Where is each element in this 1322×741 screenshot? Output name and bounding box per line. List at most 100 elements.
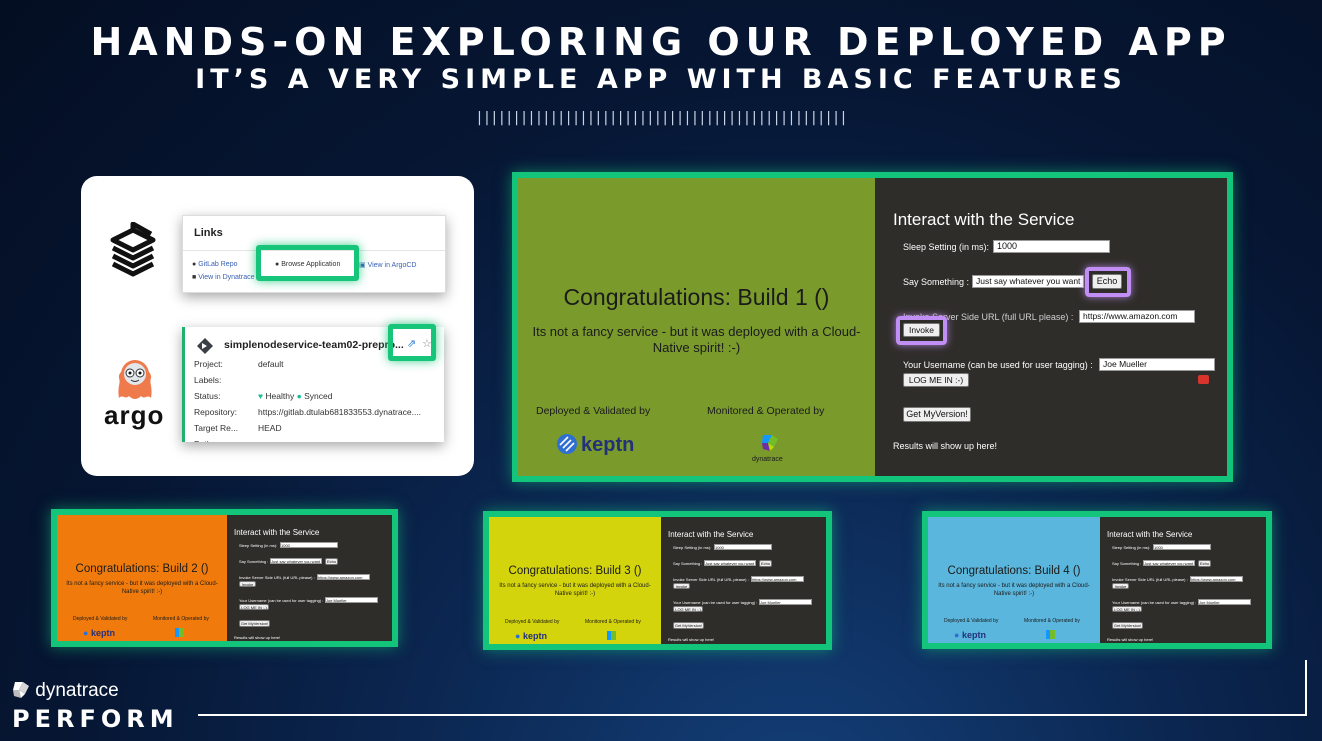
keptn-label: keptn	[90, 628, 115, 638]
dynatrace-small-text: dynatrace	[752, 456, 783, 463]
row-target-revision: Target Re... HEAD	[194, 423, 282, 433]
keptn-logo-text: ● keptn	[83, 628, 115, 638]
link-gitlab-repo[interactable]: ● GitLab Repo	[192, 261, 238, 268]
keptn-label: keptn	[522, 631, 547, 641]
row-repository: Repository: https://gitlab.dtulab68183355…	[194, 407, 421, 417]
keptn-logo-text: ● keptn	[515, 631, 547, 641]
login-button[interactable]: LOG ME IN :-)	[673, 606, 703, 612]
sleep-input[interactable]: 1000	[280, 542, 338, 548]
get-version-button[interactable]: Get MyVersion!	[1112, 622, 1143, 629]
tagline: Its not a fancy service - but it was dep…	[66, 581, 218, 595]
row-key: Target Re...	[194, 423, 238, 433]
monitored-by-label: Monitored & Operated by	[153, 616, 209, 622]
results-text: Results will show up here!	[234, 635, 281, 640]
invoke-button[interactable]: Invoke	[1112, 583, 1129, 589]
say-input[interactable]: Just say whatever you want	[1143, 560, 1195, 566]
invoke-button[interactable]: Invoke	[673, 583, 690, 589]
build-2-app-screenshot: Congratulations: Build 2 () Its not a fa…	[51, 509, 398, 647]
slide-title: HANDS-ON EXPLORING OUR DEPLOYED APP	[90, 20, 1232, 64]
echo-highlight	[1085, 267, 1131, 297]
login-button[interactable]: LOG ME IN :-)	[903, 373, 969, 387]
tagline: Its not a fancy service - but it was dep…	[532, 324, 861, 355]
echo-button[interactable]: Echo	[759, 560, 772, 567]
row-key: Project:	[194, 359, 223, 369]
dynatrace-icon	[762, 435, 778, 451]
build-1-status-side: Congratulations: Build 1 () Its not a fa…	[518, 178, 875, 476]
keptn-icon: ●	[515, 631, 521, 641]
get-version-button[interactable]: Get MyVersion!	[903, 407, 971, 422]
service-heading: Interact with the Service	[234, 528, 320, 537]
invoke-label: Invoke Server Side URL (full URL please)…	[1112, 577, 1188, 582]
service-heading: Interact with the Service	[893, 210, 1075, 229]
echo-button[interactable]: Echo	[1198, 560, 1211, 567]
get-version-button[interactable]: Get MyVersion!	[239, 620, 270, 627]
username-label: Your Username (can be used for user tagg…	[673, 600, 758, 605]
deployed-by-label: Deployed & Validated by	[944, 618, 999, 624]
sleep-label: Sleep Setting (in ms):	[1112, 545, 1151, 550]
row-key: Repository:	[194, 407, 237, 417]
external-link-icon: ▣	[359, 262, 368, 269]
username-input[interactable]: Joe Mueller	[1099, 358, 1215, 371]
stack-logo-icon	[110, 222, 156, 277]
invoke-url-input[interactable]: https://www.amazon.com	[751, 576, 804, 582]
dynatrace-icon	[1046, 630, 1055, 639]
say-input[interactable]: Just say whatever you want	[270, 558, 322, 564]
say-label: Say Something :	[673, 561, 703, 566]
get-version-button[interactable]: Get MyVersion!	[673, 622, 704, 629]
sleep-input[interactable]: 1000	[714, 544, 772, 550]
invoke-url-input[interactable]: https://www.amazon.com	[1190, 576, 1243, 582]
password-manager-icon[interactable]	[1198, 375, 1209, 384]
invoke-button[interactable]: Invoke	[239, 581, 256, 587]
slide-subtitle: IT’S A VERY SIMPLE APP WITH BASIC FEATUR…	[195, 64, 1127, 95]
tagline: Its not a fancy service - but it was dep…	[499, 583, 651, 597]
invoke-url-input[interactable]: https://www.amazon.com	[1079, 310, 1195, 323]
link-view-in-dynatrace[interactable]: ■ View in Dynatrace	[192, 274, 254, 281]
row-key: Labels:	[194, 375, 222, 385]
monitored-by-label: Monitored & Operated by	[585, 619, 641, 625]
login-button[interactable]: LOG ME IN :-)	[1112, 606, 1142, 612]
sleep-input[interactable]: 1000	[1153, 544, 1211, 550]
invoke-label: Invoke Server Side URL (full URL please)…	[239, 575, 315, 580]
row-value: default	[258, 359, 284, 369]
build-3-app-screenshot: Congratulations: Build 3 () Its not a fa…	[483, 511, 832, 650]
username-label: Your Username (can be used for user tagg…	[239, 598, 324, 603]
build-1-app-screenshot: Congratulations: Build 1 () Its not a fa…	[512, 172, 1233, 482]
username-input[interactable]: Joe Mueller	[1198, 599, 1251, 605]
title-divider: ||||||||||||||||||||||||||||||||||||||||…	[475, 110, 847, 126]
say-label: Say Something :	[239, 559, 269, 564]
username-input[interactable]: Joe Mueller	[325, 597, 378, 603]
dynatrace-brand: dynatrace	[12, 680, 119, 702]
say-input[interactable]: Just say whatever you want	[972, 275, 1084, 288]
build-title: Congratulations: Build 4 ()	[947, 565, 1081, 577]
service-heading: Interact with the Service	[1107, 530, 1193, 539]
build-3-status-side: Congratulations: Build 3 () Its not a fa…	[489, 517, 661, 644]
sleep-label: Sleep Setting (in ms):	[673, 545, 712, 550]
build-4-service-side: Interact with the Service Sleep Setting …	[1100, 517, 1266, 643]
check-circle-icon: ●	[296, 391, 302, 401]
row-value: https://gitlab.dtulab681833553.dynatrace…	[258, 407, 422, 417]
row-status: Status: ♥ Healthy ● Synced	[194, 391, 333, 401]
echo-button[interactable]: Echo	[325, 558, 338, 565]
tagline: Its not a fancy service - but it was dep…	[938, 583, 1090, 597]
link-label: GitLab Repo	[198, 261, 238, 268]
username-input[interactable]: Joe Mueller	[759, 599, 812, 605]
invoke-url-input[interactable]: https://www.amazon.com	[317, 574, 370, 580]
monitored-by-label: Monitored & Operated by	[707, 405, 825, 417]
say-label: Say Something :	[1112, 561, 1142, 566]
row-value: HEAD	[258, 423, 282, 433]
results-text: Results will show up here!	[1107, 637, 1154, 642]
row-labels: Labels:	[194, 375, 221, 385]
monitored-by-label: Monitored & Operated by	[1024, 618, 1080, 624]
build-4-status-side: Congratulations: Build 4 () Its not a fa…	[928, 517, 1100, 643]
login-button[interactable]: LOG ME IN :-)	[239, 604, 269, 610]
build-title: Congratulations: Build 2 ()	[75, 563, 209, 575]
say-input[interactable]: Just say whatever you want	[704, 560, 756, 566]
footer-line	[198, 714, 1307, 716]
dynatrace-icon	[607, 631, 616, 640]
results-text: Results will show up here!	[668, 637, 715, 642]
browse-application-highlight	[256, 245, 359, 281]
argo-logo-text: argo	[104, 400, 165, 430]
sleep-input[interactable]: 1000	[993, 240, 1110, 253]
link-view-in-argocd[interactable]: ▣ View in ArgoCD	[359, 261, 416, 269]
footer-corner-line	[1305, 660, 1307, 716]
